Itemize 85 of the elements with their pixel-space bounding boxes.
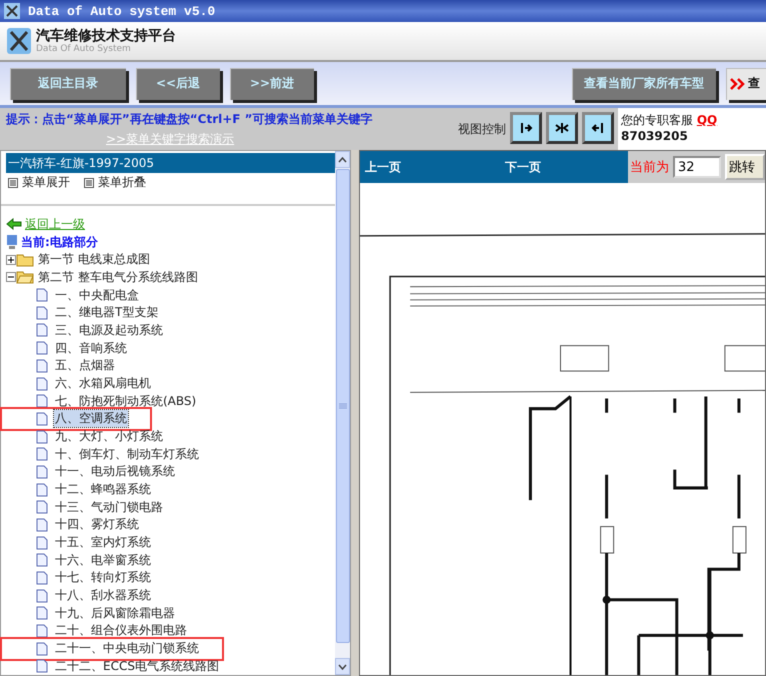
tree-item[interactable]: 一、中央配电盒 [54,286,140,304]
document-icon [36,624,48,638]
tree-node[interactable]: 第二节 整车电气分系统线路图 [38,268,198,286]
hint-text: 提示：点击“菜单展开”再在键盘按“Ctrl+F ”可搜索当前菜单关键字 [6,111,374,128]
tree-item[interactable]: 六、水箱风扇电机 [54,375,152,392]
app-subtitle: Data Of Auto System [36,44,132,54]
document-icon [36,447,48,462]
search-button[interactable]: 查 [726,68,766,100]
phone-number: 87039205 [621,129,689,143]
tree-item[interactable]: 二十、组合仪表外围电路 [54,622,188,640]
document-icon [36,358,48,373]
tree-item[interactable]: 七、防抱死制动系统(ABS) [54,392,198,410]
tree-item[interactable]: 二十二、ECCS电气系统线路图 [54,658,220,675]
grip-icon [338,403,347,409]
document-icon [36,412,48,426]
open-folder-icon [16,270,34,284]
expand-menu-link[interactable]: 菜单展开 [22,174,70,192]
next-page-link[interactable]: 下一页 [500,158,628,176]
document-icon [36,642,48,656]
app-title: 汽车维修技术支持平台 [36,28,176,44]
tree-item[interactable]: 十八、刮水器系统 [54,587,152,604]
car-model-header: 一汽轿车-红旗-1997-2005 [6,153,336,173]
scrollbar[interactable] [335,151,350,675]
tree-item[interactable]: 三、电源及起动系统 [54,322,164,339]
folder-icon [16,252,34,267]
view-control-label: 视图控制 [458,120,506,138]
document-icon [36,464,48,479]
document-icon [36,341,48,356]
document-icon [36,606,48,620]
document-icon [36,570,48,585]
arrow-icon [555,121,569,135]
nav-button[interactable]: >>前进 [230,68,314,100]
collapse-icon[interactable] [6,272,16,282]
tree-item[interactable]: 十五、室内灯系统 [54,534,152,552]
nav-button[interactable]: <<后退 [136,68,220,100]
document-icon [36,482,48,497]
window-title: Data of Auto system v5.0 [28,4,216,18]
view-toggle-button[interactable] [582,112,614,144]
document-icon [36,288,48,302]
jump-button[interactable]: 跳转 [725,154,765,180]
tree-item[interactable]: 五、点烟器 [54,357,116,374]
arrow-icon [519,121,533,135]
tree-item[interactable]: 十六、电举窗系统 [54,552,152,569]
tree-item[interactable]: 十四、雾灯系统 [54,516,140,534]
document-icon [36,588,48,603]
computer-icon [6,234,18,250]
tree-item[interactable]: 四、音响系统 [54,340,128,357]
document-icon [36,376,48,390]
tree-item[interactable]: 十三、气动门锁电路 [54,498,164,516]
view-toggle-button[interactable] [546,112,578,144]
document-icon [36,430,48,444]
tree-item[interactable]: 八、空调系统 [54,410,128,428]
current-page-label: 当前为 [630,159,669,176]
document-icon [36,518,48,532]
tree-item[interactable]: 十二、蜂鸣器系统 [54,481,152,498]
back-link[interactable]: 返回上一级 [25,216,85,233]
nav-button[interactable]: 返回主目录 [10,68,126,100]
previous-page-link[interactable]: 上一页 [360,158,500,176]
list-icon [8,178,18,188]
back-arrow-icon [6,218,22,230]
document-icon [36,394,48,408]
current-section: 当前:电路部分 [21,234,98,251]
document-icon [36,323,48,338]
expand-icon[interactable] [6,254,16,265]
tree-item[interactable]: 十九、后风窗除霜电器 [54,604,176,622]
tree-item[interactable]: 九、大灯、小灯系统 [54,428,164,446]
tree-item[interactable]: 十七、转向灯系统 [54,569,152,586]
document-icon [36,553,48,568]
page-input[interactable]: 32 [673,156,721,178]
tree-item[interactable]: 十一、电动后视镜系统 [54,463,176,480]
service-text: 您的专职客服 QQ [621,112,718,129]
document-icon [36,536,48,550]
models-button[interactable]: 查看当前厂家所有车型 [572,68,716,100]
document-icon [36,659,48,674]
view-toggle-button[interactable] [510,112,542,144]
tree-item[interactable]: 十、倒车灯、制动车灯系统 [54,446,200,463]
double-chevron-icon [730,78,746,90]
collapse-menu-link[interactable]: 菜单折叠 [98,174,146,192]
document-icon [36,500,48,514]
list-icon [84,178,94,188]
arrow-icon [591,121,605,135]
tree-item[interactable]: 二、继电器T型支架 [54,304,160,322]
document-icon [36,306,48,320]
tree-node[interactable]: 第一节 电线束总成图 [38,251,150,268]
tree-item[interactable]: 二十一、中央电动门锁系统 [54,640,200,658]
